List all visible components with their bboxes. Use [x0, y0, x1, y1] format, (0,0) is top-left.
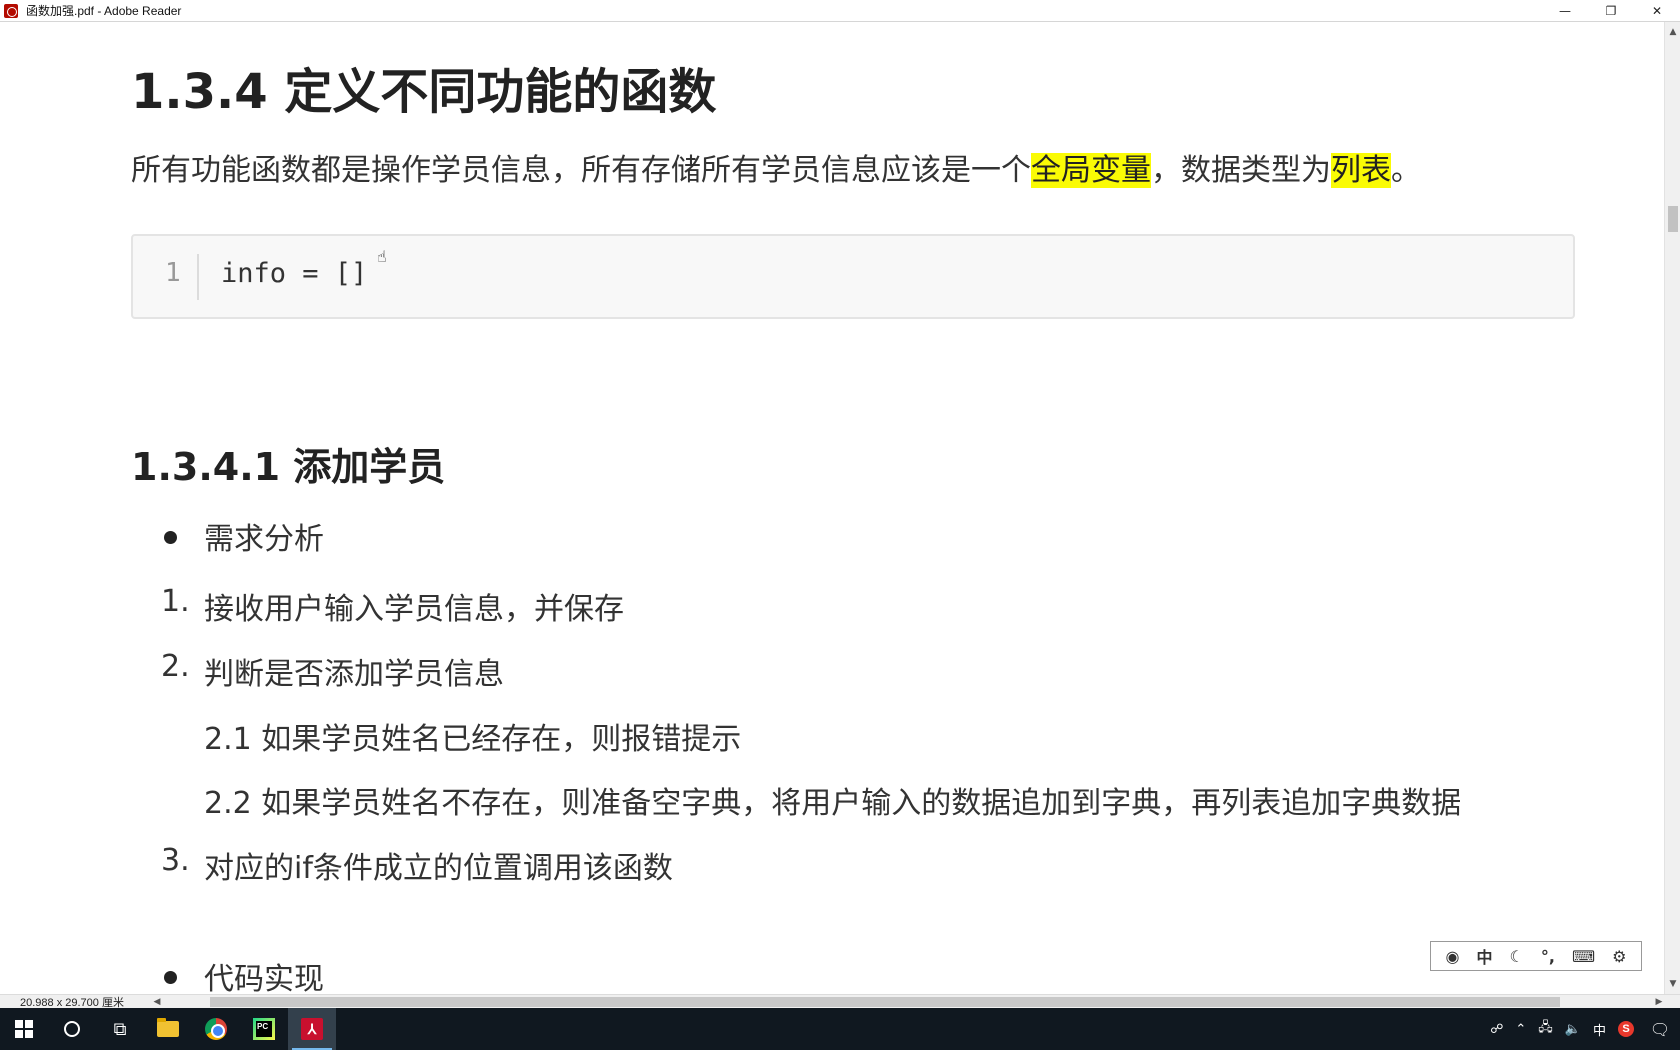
- intro-paragraph: 所有功能函数都是操作学员信息，所有存储所有学员信息应该是一个全局变量，数据类型为…: [131, 148, 1421, 194]
- step-number: 3.: [161, 843, 190, 878]
- close-button[interactable]: ✕: [1634, 0, 1680, 22]
- window-controls: — ❐ ✕: [1542, 0, 1680, 22]
- sogou-tray-icon[interactable]: S: [1612, 1021, 1640, 1037]
- title-bar: 函数加强.pdf - Adobe Reader — ❐ ✕: [0, 0, 1680, 22]
- sub-step-item: 2.1 如果学员姓名已经存在，则报错提示: [204, 722, 742, 757]
- gear-icon[interactable]: ⚙: [1612, 947, 1626, 966]
- horizontal-scroll-thumb[interactable]: [210, 997, 1560, 1007]
- scroll-right-arrow-icon[interactable]: ▶: [1652, 995, 1666, 1009]
- window-title: 函数加强.pdf - Adobe Reader: [26, 4, 182, 18]
- bullet-dot-icon: [164, 531, 177, 544]
- code-block: 1 info = []: [131, 234, 1575, 319]
- task-view-icon[interactable]: ⧉: [96, 1008, 144, 1050]
- cortana-search-icon[interactable]: [48, 1008, 96, 1050]
- tray-expand-icon[interactable]: ⌃: [1509, 1021, 1532, 1037]
- vertical-scroll-thumb[interactable]: [1668, 206, 1678, 232]
- punctuation-icon[interactable]: °,: [1541, 947, 1555, 966]
- code-line: info = []: [221, 258, 368, 289]
- ime-toolbar[interactable]: ◉ 中 ☾ °, ⌨ ⚙: [1430, 941, 1642, 971]
- code-line-number: 1: [165, 258, 181, 288]
- intro-text-3: 。: [1391, 153, 1421, 188]
- restore-button[interactable]: ❐: [1588, 0, 1634, 22]
- moon-icon[interactable]: ☾: [1510, 947, 1524, 966]
- step-number: 2.: [161, 649, 190, 684]
- intro-text-1: 所有功能函数都是操作学员信息，所有存储所有学员信息应该是一个: [131, 153, 1031, 188]
- sogou-logo-icon[interactable]: ◉: [1446, 947, 1460, 966]
- hand-cursor-icon: ☝: [377, 247, 387, 266]
- code-gutter-divider: [197, 254, 199, 300]
- step-item: 接收用户输入学员信息，并保存: [204, 592, 624, 627]
- scroll-up-arrow-icon[interactable]: ▲: [1665, 24, 1680, 40]
- keyboard-icon[interactable]: ⌨: [1572, 947, 1595, 966]
- sub-step-item: 2.2 如果学员姓名不存在，则准备空字典，将用户输入的数据追加到字典，再列表追加…: [204, 786, 1462, 821]
- status-bar: 20.988 x 29.700 厘米 ◀ ▶: [0, 994, 1680, 1009]
- ime-mode-toggle[interactable]: 中: [1476, 944, 1492, 968]
- step-item: 对应的if条件成立的位置调用该函数: [204, 851, 673, 886]
- scroll-left-arrow-icon[interactable]: ◀: [150, 995, 164, 1009]
- section-heading: 1.3.4 定义不同功能的函数: [131, 64, 717, 120]
- vertical-scrollbar[interactable]: ▲ ▼: [1664, 22, 1680, 994]
- system-tray: ☍ ⌃ 🖧 🔈 中 S 🗨: [1484, 1008, 1680, 1050]
- horizontal-scrollbar[interactable]: ◀ ▶: [150, 995, 1666, 1009]
- tray-ime-indicator[interactable]: 中: [1587, 1020, 1612, 1039]
- step-number: 1.: [161, 584, 190, 619]
- adobe-reader-icon[interactable]: ⅄: [288, 1008, 336, 1050]
- document-viewport[interactable]: 1.3.4 定义不同功能的函数 所有功能函数都是操作学员信息，所有存储所有学员信…: [0, 22, 1664, 994]
- file-explorer-icon[interactable]: [144, 1008, 192, 1050]
- pycharm-icon[interactable]: PC: [240, 1008, 288, 1050]
- taskbar: ⧉ PC ⅄ ☍ ⌃ 🖧 🔈 中 S 🗨: [0, 1008, 1680, 1050]
- scroll-down-arrow-icon[interactable]: ▼: [1665, 976, 1680, 992]
- people-icon[interactable]: ☍: [1484, 1021, 1509, 1037]
- bullet-analysis: 需求分析: [204, 522, 324, 557]
- volume-icon[interactable]: 🔈: [1559, 1021, 1587, 1037]
- highlight-list: 列表: [1331, 153, 1391, 188]
- network-icon[interactable]: 🖧: [1532, 1018, 1559, 1040]
- bullet-dot-icon: [164, 971, 177, 984]
- adobe-reader-app-icon: [4, 3, 18, 18]
- minimize-button[interactable]: —: [1542, 0, 1588, 22]
- highlight-global-variable: 全局变量: [1031, 153, 1151, 188]
- subsection-heading: 1.3.4.1 添加学员: [131, 445, 446, 489]
- bullet-implementation: 代码实现: [204, 962, 324, 994]
- windows-start-icon[interactable]: [0, 1008, 48, 1050]
- notification-center-icon[interactable]: 🗨: [1640, 1008, 1680, 1050]
- chrome-icon[interactable]: [192, 1008, 240, 1050]
- intro-text-2: ，数据类型为: [1151, 153, 1331, 188]
- step-item: 判断是否添加学员信息: [204, 657, 504, 692]
